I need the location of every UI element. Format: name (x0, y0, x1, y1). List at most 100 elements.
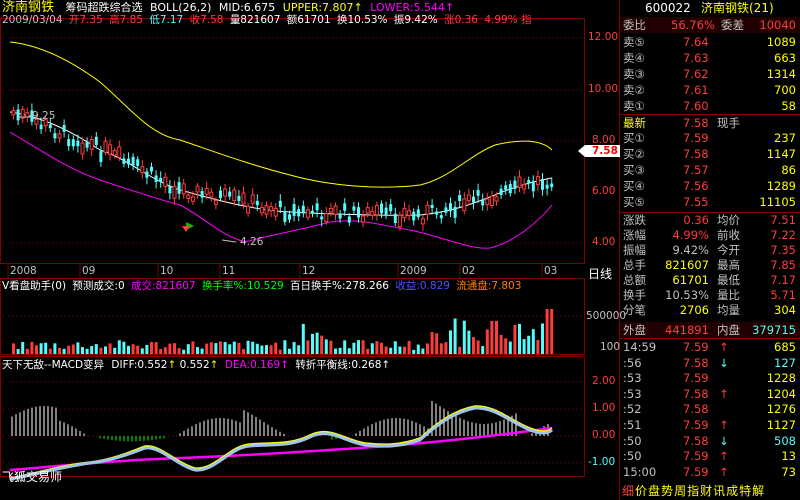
x-axis-10: 10 (160, 265, 174, 277)
ask-row[interactable]: 卖② 7.61 700 (621, 82, 798, 98)
stat-value-2: 7.51 (770, 213, 796, 227)
stat-row: 涨跌 0.36 均价 7.51 (621, 213, 798, 228)
tick-row: :52 7.58 1276 (621, 402, 798, 417)
candle-body (489, 195, 494, 207)
volume-turnover: 换手率%:10.529 (201, 280, 284, 292)
tick-row: 14:59 7.59 ↑ 685 (621, 340, 798, 355)
ask-row[interactable]: 卖① 7.60 58 (621, 98, 798, 114)
volume-bar (232, 341, 236, 354)
volume-axis-100: 100 (600, 341, 621, 353)
volume-bar (81, 347, 84, 354)
bid-volume: 1289 (766, 179, 796, 193)
tick-direction: ↓ (719, 433, 729, 448)
volume-panel-title[interactable]: V看盘助手(0) (2, 280, 66, 292)
candle-body (228, 191, 232, 197)
candle-body (449, 203, 452, 212)
candle-body (204, 187, 209, 195)
stat-label: 总额 (623, 273, 646, 287)
macd-diff: DIFF:0.552 (111, 359, 168, 371)
candle-body (11, 110, 16, 116)
ask-price: 7.60 (683, 99, 709, 113)
bottom-tab[interactable]: 周 (674, 484, 686, 498)
daily-period-label[interactable]: 日线 (588, 265, 612, 282)
volume-bar (53, 343, 57, 354)
ask-row[interactable]: 卖⑤ 7.64 1089 (621, 34, 798, 50)
bottom-tab[interactable]: 解 (752, 484, 764, 498)
volume-bar (127, 345, 130, 354)
bid-row[interactable]: 买① 7.59 237 (621, 130, 798, 146)
macd-panel-title[interactable]: 天下无敌--MACD变异 (2, 359, 104, 371)
ask-row[interactable]: 卖③ 7.62 1314 (621, 66, 798, 82)
candle-body (435, 211, 439, 215)
candle-body (283, 211, 287, 223)
ask-volume: 663 (774, 51, 796, 65)
volume-bar (389, 347, 393, 354)
volume-bar (228, 344, 232, 354)
stat-label: 分笔 (623, 303, 646, 317)
bottom-tab[interactable]: 特 (739, 484, 751, 498)
volume-bar (150, 341, 153, 354)
tick-direction: ↑ (719, 464, 729, 479)
tab-detail[interactable]: 细 (622, 484, 634, 498)
ask-row[interactable]: 卖④ 7.63 663 (621, 50, 798, 66)
stat-label-2: 均量 (717, 303, 740, 317)
volume-bar (44, 342, 48, 354)
candle-body (476, 190, 480, 196)
bottom-tab[interactable]: 财 (700, 484, 712, 498)
x-axis-12: 12 (302, 265, 316, 277)
tick-direction: ↑ (719, 418, 729, 432)
bottom-tab[interactable]: 盘 (648, 484, 660, 498)
macd-axis-2: 2.00 (592, 375, 616, 387)
candle-body (466, 194, 471, 202)
tick-price: 7.58 (683, 355, 709, 370)
tick-volume: 685 (774, 340, 796, 354)
bid-row[interactable]: 买② 7.58 1147 (621, 146, 798, 162)
volume-bar (173, 343, 176, 354)
stat-row: 换手 10.53% 量比 5.71 (621, 288, 798, 303)
volume-bar (329, 340, 333, 354)
stat-row: 振幅 9.42% 今开 7.35 (621, 243, 798, 258)
volume-bar (76, 342, 80, 354)
candle-body (112, 150, 117, 156)
bid-volume: 237 (774, 131, 796, 145)
stat-label: 涨幅 (623, 228, 646, 242)
bid-price: 7.56 (683, 179, 709, 193)
candle-body (402, 207, 407, 219)
candle-body (301, 205, 305, 214)
volume-bar (99, 347, 103, 354)
bid-row[interactable]: 买⑤ 7.55 11105 (621, 194, 798, 210)
stat-value-2: 7.35 (770, 243, 796, 257)
volume-bar (288, 348, 291, 354)
stat-label: 换手 (623, 288, 646, 302)
candle-body (439, 215, 443, 219)
tick-time: :53 (623, 371, 642, 386)
volume-bar (458, 346, 462, 354)
stat-row: 总额 61701 最低 7.17 (621, 273, 798, 288)
bottom-tab[interactable]: 势 (661, 484, 673, 498)
bottom-tab[interactable]: 讯 (713, 484, 725, 498)
volume-bar (12, 343, 15, 354)
stat-label-2: 最高 (717, 258, 740, 272)
candle-body (122, 158, 126, 164)
tick-time: 15:00 (623, 464, 657, 479)
bid-label: 买⑤ (623, 195, 645, 209)
bottom-tab[interactable]: 价 (635, 484, 647, 498)
bid-row[interactable]: 买④ 7.56 1289 (621, 178, 798, 194)
volume-bar (16, 349, 20, 354)
candle-body (397, 214, 402, 228)
volume-bar (352, 342, 356, 354)
bid-row[interactable]: 买③ 7.57 86 (621, 162, 798, 178)
bottom-tab[interactable]: 成 (726, 484, 738, 498)
quote-name[interactable]: 济南钢铁(21) (701, 0, 774, 16)
high-price-annotation: 9.25 (32, 110, 56, 122)
volume-bar (403, 346, 406, 354)
x-axis-2009: 2009 (400, 265, 427, 277)
outer-label: 外盘 (623, 323, 646, 337)
ask-label: 卖① (623, 99, 645, 113)
bid-label: 买① (623, 131, 645, 145)
candle-body (168, 185, 172, 194)
candle-body (453, 206, 457, 218)
volume-bar (67, 345, 71, 354)
bottom-tab[interactable]: 指 (687, 484, 699, 498)
ask-volume: 1314 (766, 67, 796, 81)
